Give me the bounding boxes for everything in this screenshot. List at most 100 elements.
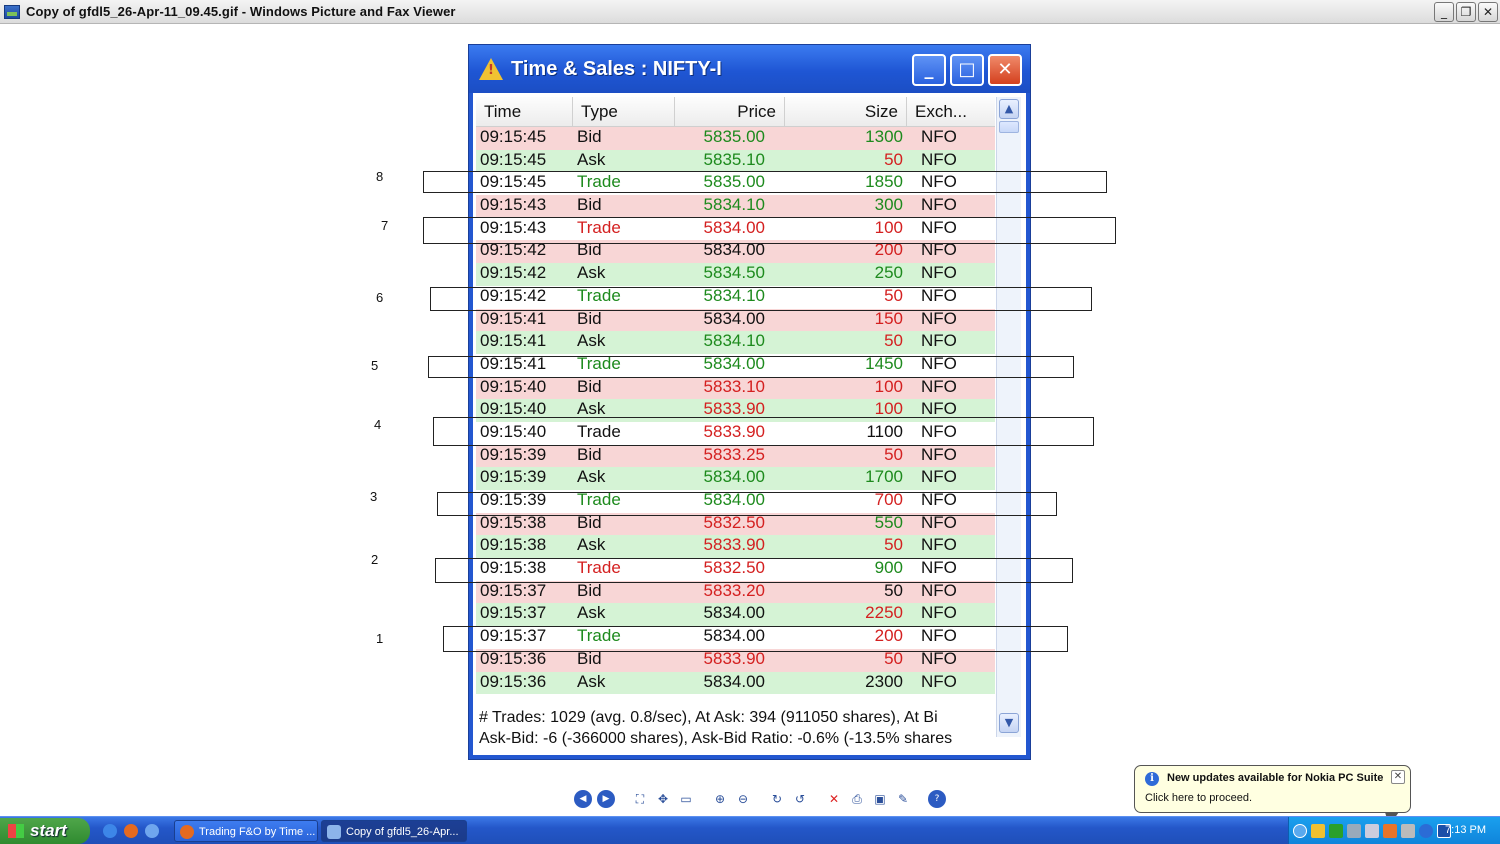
column-header-type[interactable]: Type — [573, 97, 675, 126]
slideshow-icon[interactable]: ▭ — [677, 790, 695, 808]
taskbar-item-trading[interactable]: Trading F&O by Time ... — [174, 820, 318, 842]
viewer-titlebar: Copy of gfdl5_26-Apr-11_09.45.gif - Wind… — [0, 0, 1500, 24]
zoom-out-icon[interactable]: ⊖ — [734, 790, 752, 808]
help-icon[interactable]: ? — [928, 790, 946, 808]
column-header-exchange[interactable]: Exch... — [907, 97, 995, 126]
nokia-suite-icon[interactable] — [1383, 824, 1397, 838]
column-header-size[interactable]: Size — [785, 97, 907, 126]
warning-triangle-icon — [479, 58, 503, 80]
table-row[interactable]: 09:15:42 Ask 5834.50 250 NFO — [476, 263, 995, 286]
cell-type: Ask — [577, 467, 606, 487]
browser-quicklaunch-icon[interactable] — [145, 824, 159, 838]
volume-icon[interactable] — [1365, 824, 1379, 838]
table-row[interactable]: 09:15:37 Bid 5833.20 50 NFO — [476, 580, 995, 604]
balloon-text[interactable]: Click here to proceed. — [1145, 792, 1252, 804]
cell-type: Bid — [577, 308, 602, 328]
cell-exchange: NFO — [921, 467, 957, 487]
shield-icon[interactable] — [1311, 824, 1325, 838]
ts-maximize-button[interactable]: □ — [950, 54, 984, 86]
viewer-title: Copy of gfdl5_26-Apr-11_09.45.gif - Wind… — [26, 4, 456, 19]
ts-minimize-button[interactable]: _ — [912, 54, 946, 86]
cell-exchange: NFO — [921, 127, 957, 146]
cell-price: 5833.10 — [703, 376, 765, 396]
zoom-in-icon[interactable]: ⊕ — [711, 790, 729, 808]
cell-size: 250 — [874, 263, 903, 283]
annotation-label-3: 3 — [370, 489, 412, 523]
table-row[interactable]: 09:15:36 Ask 5834.00 2300 NFO — [476, 671, 995, 695]
cell-time: 09:15:41 — [480, 331, 547, 351]
network-icon[interactable] — [1347, 824, 1361, 838]
taskbar-item-picture-viewer[interactable]: Copy of gfdl5_26-Apr... — [321, 820, 467, 842]
scroll-up-button[interactable]: ▲ — [999, 99, 1019, 119]
next-image-icon[interactable]: ▶ — [597, 790, 615, 808]
actual-size-icon[interactable]: ✥ — [654, 790, 672, 808]
viewer-toolbar: ◀ ▶ ⛶ ✥ ▭ ⊕ ⊖ ↻ ↺ ✕ ⎙ ▣ ✎ ? — [574, 788, 946, 810]
firefox-quicklaunch-icon[interactable] — [124, 824, 138, 838]
table-row[interactable]: 09:15:41 Ask 5834.10 50 NFO — [476, 331, 995, 354]
cell-exchange: NFO — [921, 331, 957, 351]
cell-exchange: NFO — [921, 671, 957, 691]
previous-image-icon[interactable]: ◀ — [574, 790, 592, 808]
picture-viewer-icon — [4, 4, 20, 19]
rotate-clockwise-icon[interactable]: ↻ — [768, 790, 786, 808]
column-header-time[interactable]: Time — [476, 97, 573, 126]
cell-price: 5835.00 — [703, 127, 765, 146]
annotation-box-2 — [435, 558, 1073, 583]
cell-size: 300 — [874, 195, 903, 215]
cell-time: 09:15:36 — [480, 648, 547, 668]
cell-type: Bid — [577, 195, 602, 215]
viewer-close-button[interactable]: ✕ — [1478, 2, 1498, 22]
start-button[interactable]: start — [0, 818, 90, 844]
table-row[interactable]: 09:15:43 Bid 5834.10 300 NFO — [476, 195, 995, 218]
table-row[interactable]: 09:15:39 Ask 5834.00 1700 NFO — [476, 467, 995, 490]
best-fit-icon[interactable]: ⛶ — [631, 790, 649, 808]
cell-type: Ask — [577, 331, 606, 351]
scroll-thumb[interactable] — [999, 121, 1019, 133]
cell-time: 09:15:39 — [480, 444, 547, 464]
cell-price: 5834.00 — [703, 467, 765, 487]
annotation-label-5: 5 — [371, 358, 413, 389]
globe-icon[interactable] — [1419, 824, 1433, 838]
save-icon[interactable]: ▣ — [871, 790, 889, 808]
viewer-restore-button[interactable]: ❐ — [1456, 2, 1476, 22]
print-icon[interactable]: ⎙ — [848, 790, 866, 808]
cell-price: 5834.10 — [703, 195, 765, 215]
rotate-counterclockwise-icon[interactable]: ↺ — [791, 790, 809, 808]
table-row[interactable]: 09:15:36 Bid 5833.90 50 NFO — [476, 648, 995, 672]
clock[interactable]: 7:13 PM — [1445, 824, 1486, 836]
balloon-close-button[interactable]: ✕ — [1391, 770, 1405, 784]
green-status-icon[interactable] — [1329, 824, 1343, 838]
cell-exchange: NFO — [921, 376, 957, 396]
cell-exchange: NFO — [921, 308, 957, 328]
cell-size: 150 — [874, 308, 903, 328]
cell-price: 5832.50 — [703, 512, 765, 532]
table-row[interactable]: 09:15:39 Bid 5833.25 50 NFO — [476, 444, 995, 468]
table-row[interactable]: 09:15:38 Ask 5833.90 50 NFO — [476, 535, 995, 559]
cell-type: Bid — [577, 444, 602, 464]
ts-titlebar: Time & Sales : NIFTY-I _ □ ✕ — [469, 45, 1030, 93]
table-row[interactable]: 09:15:38 Bid 5832.50 550 NFO — [476, 512, 995, 536]
firefox-icon — [180, 825, 194, 839]
cell-size: 550 — [874, 512, 903, 532]
cell-time: 09:15:40 — [480, 376, 547, 396]
cell-time: 09:15:38 — [480, 535, 547, 555]
taskbar: start Trading F&O by Time ... Copy of gf… — [0, 816, 1500, 844]
cell-size: 50 — [884, 149, 903, 169]
table-row[interactable]: 09:15:40 Bid 5833.10 100 NFO — [476, 376, 995, 400]
table-row[interactable]: 09:15:45 Ask 5835.10 50 NFO — [476, 149, 995, 173]
table-row[interactable]: 09:15:41 Bid 5834.00 150 NFO — [476, 308, 995, 332]
cell-price: 5833.20 — [703, 580, 765, 600]
nokia-update-balloon[interactable]: i New updates available for Nokia PC Sui… — [1134, 765, 1411, 826]
edit-icon[interactable]: ✎ — [894, 790, 912, 808]
ie-quicklaunch-icon[interactable] — [103, 824, 117, 838]
balloon-title: New updates available for Nokia PC Suite — [1167, 772, 1384, 784]
table-row[interactable]: 09:15:37 Ask 5834.00 2250 NFO — [476, 603, 995, 627]
viewer-minimize-button[interactable]: _ — [1434, 2, 1454, 22]
column-header-price[interactable]: Price — [675, 97, 785, 126]
connection-icon[interactable] — [1401, 824, 1415, 838]
delete-icon[interactable]: ✕ — [825, 790, 843, 808]
tray-expand-icon[interactable] — [1293, 824, 1307, 838]
cell-type: Bid — [577, 127, 602, 146]
ts-close-button[interactable]: ✕ — [988, 54, 1022, 86]
table-row[interactable]: 09:15:45 Bid 5835.00 1300 NFO — [476, 127, 995, 150]
